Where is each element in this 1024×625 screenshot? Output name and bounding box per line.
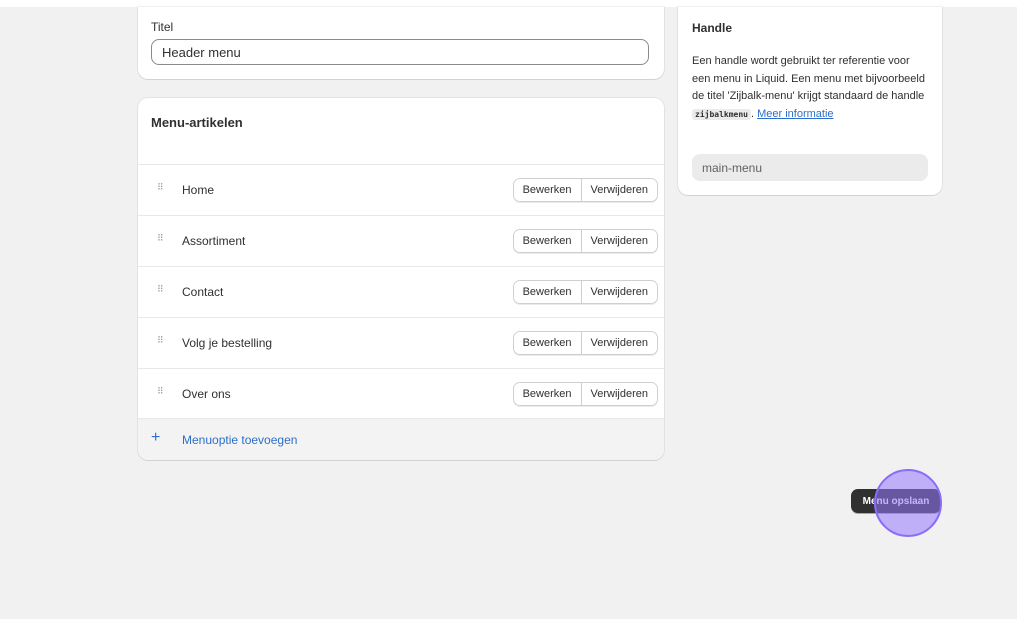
menu-item-row: ⠿ Assortiment Bewerken Verwijderen [138,215,664,266]
title-card: Titel [138,7,664,79]
edit-button[interactable]: Bewerken [513,332,581,354]
more-info-link[interactable]: Meer informatie [757,108,833,120]
menu-item-label: Contact [182,285,224,299]
handle-description: Een handle wordt gebruikt ter referentie… [692,53,928,123]
menu-item-actions: Bewerken Verwijderen [512,382,658,406]
menu-item-actions: Bewerken Verwijderen [512,331,658,355]
menu-item-actions: Bewerken Verwijderen [512,229,658,253]
drag-handle-icon[interactable]: ⠿ [157,234,164,243]
delete-button[interactable]: Verwijderen [580,179,657,201]
edit-button[interactable]: Bewerken [513,383,581,405]
edit-button[interactable]: Bewerken [513,230,581,252]
menu-item-row: ⠿ Contact Bewerken Verwijderen [138,266,664,317]
edit-button[interactable]: Bewerken [513,179,581,201]
menu-item-row: ⠿ Volg je bestelling Bewerken Verwijdere… [138,317,664,368]
drag-handle-icon[interactable]: ⠿ [157,183,164,192]
handle-title: Handle [692,21,733,35]
menu-item-row: ⠿ Home Bewerken Verwijderen [138,164,664,215]
title-input[interactable] [151,39,649,65]
menu-items-card: Menu-artikelen ⠿ Home Bewerken Verwijder… [138,98,664,460]
title-label: Titel [151,20,174,34]
handle-code-example: zijbalkmenu [692,108,751,120]
menu-item-label: Over ons [182,387,231,401]
menu-items-list: ⠿ Home Bewerken Verwijderen ⠿ Assortimen… [138,164,664,419]
menu-item-row: ⠿ Over ons Bewerken Verwijderen [138,368,664,419]
delete-button[interactable]: Verwijderen [580,281,657,303]
handle-card: Handle Een handle wordt gebruikt ter ref… [678,7,942,195]
handle-description-end: . [750,107,755,120]
drag-handle-icon[interactable]: ⠿ [157,285,164,294]
plus-icon: + [151,429,161,446]
menu-item-label: Assortiment [182,234,246,248]
menu-item-label: Home [182,183,215,197]
page-canvas: Titel Menu-artikelen ⠿ Home Bewerken Ver… [0,7,1017,619]
menu-item-actions: Bewerken Verwijderen [512,280,658,304]
save-menu-button[interactable]: Menu opslaan [851,489,941,513]
handle-input[interactable] [692,154,928,181]
add-menu-item-label: Menuoptie toevoegen [182,433,298,447]
menu-item-actions: Bewerken Verwijderen [512,178,658,202]
drag-handle-icon[interactable]: ⠿ [157,387,164,396]
delete-button[interactable]: Verwijderen [580,332,657,354]
menu-items-heading: Menu-artikelen [151,115,243,130]
menu-item-label: Volg je bestelling [182,336,273,350]
drag-handle-icon[interactable]: ⠿ [157,336,164,345]
add-menu-item-button[interactable]: + Menuoptie toevoegen [138,418,664,460]
handle-description-text: Een handle wordt gebruikt ter referentie… [692,55,925,102]
delete-button[interactable]: Verwijderen [580,383,657,405]
edit-button[interactable]: Bewerken [513,281,581,303]
delete-button[interactable]: Verwijderen [580,230,657,252]
